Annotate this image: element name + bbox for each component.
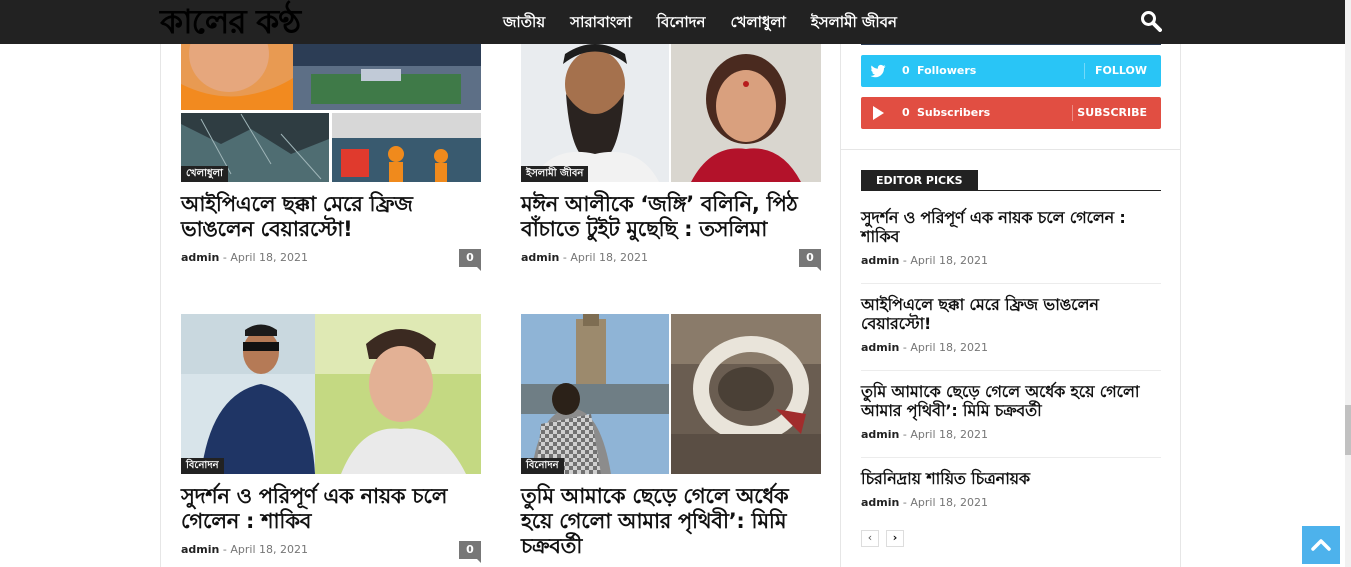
article-thumbnail[interactable]: খেলাধুলা — [181, 44, 481, 182]
meta-separator: - — [902, 254, 907, 267]
nav-item-islami-jibon[interactable]: ইসলামী জীবন — [798, 0, 909, 44]
follower-label: Followers — [917, 64, 977, 77]
author-name[interactable]: admin — [861, 254, 899, 267]
article-thumbnail[interactable]: ইসলামী জীবন — [521, 44, 821, 182]
divider — [1180, 44, 1181, 567]
nav-item-kheladhula[interactable]: খেলাধুলা — [718, 0, 798, 44]
follower-count: 0 — [902, 64, 910, 77]
article-meta: admin - April 18, 2021 0 — [521, 249, 821, 271]
nav-item-sarabangla[interactable]: সারাবাংলা — [557, 0, 644, 44]
subscribe-button[interactable]: SUBSCRIBE — [1063, 97, 1161, 129]
portrait-collage-image — [521, 44, 821, 182]
nav-item-binodon[interactable]: বিনোদন — [644, 0, 718, 44]
article-meta: admin - April 18, 2021 0 — [181, 249, 481, 271]
meta-separator: - — [902, 341, 907, 354]
post-date: April 18, 2021 — [910, 341, 988, 354]
post-date: April 18, 2021 — [910, 428, 988, 441]
divider — [841, 149, 1181, 150]
article-title[interactable]: সুদর্শন ও পরিপূর্ণ এক নায়ক চলে গেলেন : … — [181, 484, 481, 534]
twitter-follow-widget[interactable]: 0 Followers FOLLOW — [861, 55, 1161, 87]
divider — [861, 44, 1161, 45]
category-badge[interactable]: বিনোদন — [521, 458, 564, 474]
category-badge[interactable]: ইসলামী জীবন — [521, 166, 589, 182]
prev-page-button[interactable]: ‹ — [861, 530, 879, 547]
editor-pick-item[interactable]: তুমি আমাকে ছেড়ে গেলে অর্ধেক হয়ে গেলো আ… — [861, 382, 1161, 442]
main-nav: জাতীয় সারাবাংলা বিনোদন খেলাধুলা ইসলামী … — [490, 0, 909, 44]
divider — [861, 457, 1161, 458]
article-thumbnail[interactable]: বিনোদন — [181, 314, 481, 474]
follow-button[interactable]: FOLLOW — [1081, 55, 1161, 87]
comment-count[interactable]: 0 — [799, 249, 821, 271]
article-card[interactable]: বিনোদন সুদর্শন ও পরিপূর্ণ এক নায়ক চলে গ… — [181, 314, 481, 563]
editor-pick-title[interactable]: তুমি আমাকে ছেড়ে গেলে অর্ধেক হয়ে গেলো আ… — [861, 382, 1161, 420]
next-page-button[interactable]: › — [886, 530, 904, 547]
scrollbar-thumb[interactable] — [1345, 405, 1351, 455]
cricket-collage-image — [181, 44, 481, 182]
editor-pick-item[interactable]: চিরনিদ্রায় শায়িত চিত্রনায়ক admin - Ap… — [861, 469, 1161, 510]
article-meta: admin - April 18, 2021 0 — [181, 541, 481, 563]
meta-separator: - — [222, 543, 227, 556]
nav-item-jatiyo[interactable]: জাতীয় — [490, 0, 557, 44]
editor-pick-meta: admin - April 18, 2021 — [861, 496, 1161, 510]
editor-pick-meta: admin - April 18, 2021 — [861, 254, 1161, 268]
actors-collage-image — [181, 314, 481, 474]
memorial-collage-image — [521, 314, 821, 474]
subscriber-count: 0 — [902, 106, 910, 119]
editor-pick-title[interactable]: আইপিএলে ছক্কা মেরে ফ্রিজ ভাঙলেন বেয়ারস্… — [861, 295, 1161, 333]
author-name[interactable]: admin — [861, 341, 899, 354]
twitter-icon — [870, 64, 886, 78]
post-date: April 18, 2021 — [230, 543, 308, 556]
author-name[interactable]: admin — [181, 543, 219, 556]
article-card[interactable]: খেলাধুলা আইপিএলে ছক্কা মেরে ফ্রিজ ভাঙলেন… — [181, 44, 481, 271]
article-title[interactable]: আইপিএলে ছক্কা মেরে ফ্রিজ ভাঙলেন বেয়ারস্… — [181, 192, 481, 242]
editor-pick-meta: admin - April 18, 2021 — [861, 428, 1161, 442]
divider — [861, 370, 1161, 371]
divider — [861, 283, 1161, 284]
site-logo[interactable]: কালের কণ্ঠ — [160, 0, 301, 44]
post-date: April 18, 2021 — [910, 496, 988, 509]
search-icon[interactable] — [1140, 10, 1162, 32]
editor-pick-item[interactable]: আইপিএলে ছক্কা মেরে ফ্রিজ ভাঙলেন বেয়ারস্… — [861, 295, 1161, 355]
meta-separator: - — [902, 428, 907, 441]
category-badge[interactable]: বিনোদন — [181, 458, 224, 474]
comment-count[interactable]: 0 — [459, 541, 481, 563]
chevron-up-icon — [1311, 539, 1331, 551]
article-card[interactable]: বিনোদন তুমি আমাকে ছেড়ে গেলে অর্ধেক হয়ে… — [521, 314, 821, 567]
article-title[interactable]: মঈন আলীকে ‘জঙ্গি’ বলিনি, পিঠ বাঁচাতে টুই… — [521, 192, 821, 242]
post-date: April 18, 2021 — [230, 251, 308, 264]
author-name[interactable]: admin — [521, 251, 559, 264]
top-navigation-bar: কালের কণ্ঠ জাতীয় সারাবাংলা বিনোদন খেলাধ… — [0, 0, 1345, 44]
divider — [840, 44, 841, 567]
subscriber-label: Subscribers — [917, 106, 991, 119]
article-thumbnail[interactable]: বিনোদন — [521, 314, 821, 474]
editor-pick-title[interactable]: চিরনিদ্রায় শায়িত চিত্রনায়ক — [861, 469, 1161, 488]
post-date: April 18, 2021 — [570, 251, 648, 264]
comment-count[interactable]: 0 — [459, 249, 481, 271]
divider — [861, 190, 1161, 191]
category-badge[interactable]: খেলাধুলা — [181, 166, 228, 182]
article-title[interactable]: তুমি আমাকে ছেড়ে গেলে অর্ধেক হয়ে গেলো আ… — [521, 484, 821, 559]
editor-pick-item[interactable]: সুদর্শন ও পরিপূর্ণ এক নায়ক চলে গেলেন : … — [861, 208, 1161, 268]
editor-picks-heading: EDITOR PICKS — [861, 170, 978, 191]
page-scrollbar[interactable] — [1345, 0, 1351, 567]
author-name[interactable]: admin — [861, 496, 899, 509]
youtube-icon — [873, 106, 884, 120]
meta-separator: - — [562, 251, 567, 264]
meta-separator: - — [902, 496, 907, 509]
article-card[interactable]: ইসলামী জীবন মঈন আলীকে ‘জঙ্গি’ বলিনি, পিঠ… — [521, 44, 821, 271]
author-name[interactable]: admin — [861, 428, 899, 441]
editor-pick-meta: admin - April 18, 2021 — [861, 341, 1161, 355]
editor-pick-title[interactable]: সুদর্শন ও পরিপূর্ণ এক নায়ক চলে গেলেন : … — [861, 208, 1161, 246]
divider — [160, 44, 161, 567]
youtube-subscribe-widget[interactable]: 0 Subscribers SUBSCRIBE — [861, 97, 1161, 129]
meta-separator: - — [222, 251, 227, 264]
back-to-top-button[interactable] — [1302, 526, 1340, 564]
post-date: April 18, 2021 — [910, 254, 988, 267]
author-name[interactable]: admin — [181, 251, 219, 264]
